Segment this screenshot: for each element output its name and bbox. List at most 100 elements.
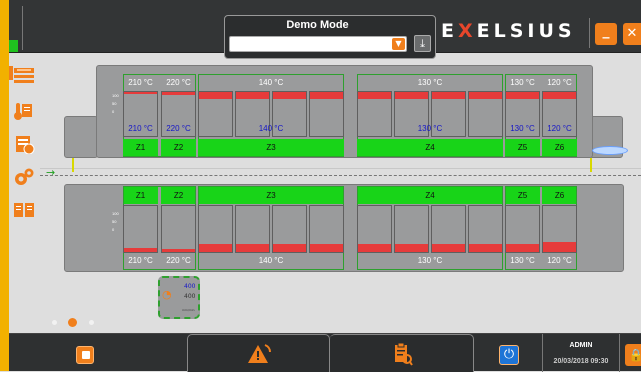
conveyor-direction-icon: → <box>46 166 56 179</box>
heater-bar-top <box>162 92 195 95</box>
heater-bar-top <box>273 92 306 99</box>
page-dot[interactable] <box>52 320 57 325</box>
close-button[interactable]: ✕ <box>623 23 641 45</box>
heater-bar-bottom <box>506 244 539 252</box>
heater-bar-bottom <box>124 248 157 252</box>
sidebar-item-temperature[interactable] <box>9 101 39 123</box>
scale-tick-top: 0 <box>112 109 115 114</box>
page-dots <box>50 316 110 330</box>
conveyor-line <box>40 168 641 176</box>
conveyor-unit: mm/min <box>182 308 195 312</box>
zone-top-setpoint: 120 °C <box>547 78 572 87</box>
zone-top-setpoint: 140 °C <box>258 78 284 87</box>
stop-icon <box>82 351 90 359</box>
heater-bar-bottom <box>162 249 195 252</box>
heater-bar-top <box>506 92 539 99</box>
minimize-icon: _ <box>602 23 610 39</box>
sidebar-item-manual[interactable] <box>9 201 39 223</box>
heater-bar-top <box>543 92 576 99</box>
zone-top-actual: 220 °C <box>166 124 191 133</box>
user-name: ADMIN <box>569 342 593 349</box>
scale-tick-bottom: 0 <box>112 227 115 232</box>
heater-bar-top <box>432 92 465 99</box>
conveyor-entry-mark <box>72 158 74 172</box>
heater-bar-top <box>199 92 232 99</box>
heater-bar-bottom <box>395 244 428 252</box>
heater-bar-top <box>310 92 343 99</box>
zone-top-setpoint: 220 °C <box>166 78 191 87</box>
page-dot[interactable] <box>89 320 94 325</box>
left-accent-strip <box>0 0 9 371</box>
zone-top-actual: 130 °C <box>417 124 443 133</box>
zone-label-top[interactable]: Z2 <box>161 139 196 156</box>
heater-bar-top <box>469 92 502 99</box>
demo-mode-select[interactable]: ▼ <box>229 36 407 52</box>
heater-bar-bottom <box>199 244 232 252</box>
minimize-button[interactable]: _ <box>595 23 617 45</box>
zone-label-top[interactable]: Z3 <box>198 139 344 156</box>
temperature-edit-icon <box>14 103 32 120</box>
date-time: 20/03/2018 09:30 <box>553 358 609 365</box>
settings-gears-icon <box>15 168 34 185</box>
status-indicator <box>9 40 18 52</box>
heater-bar-bottom <box>236 244 269 252</box>
report-tab[interactable] <box>330 334 474 372</box>
conveyor-actual: 400 <box>184 293 196 300</box>
conveyor-setpoint: 400 <box>184 283 196 290</box>
stop-button[interactable] <box>76 346 94 364</box>
speed-gauge-icon: ◔ <box>162 288 172 301</box>
heater-cell-bottom[interactable] <box>123 205 158 253</box>
lock-icon: 🔒 <box>628 348 641 362</box>
heater-bar-bottom <box>469 244 502 252</box>
recipe-check-icon <box>16 136 35 155</box>
alarm-tab[interactable] <box>187 334 330 372</box>
zone-top-actual: 130 °C <box>510 124 535 133</box>
user-info: ADMIN 20/03/2018 09:30 <box>542 334 620 372</box>
zone-label-top[interactable]: Z6 <box>542 139 577 156</box>
heater-bar-bottom <box>273 244 306 252</box>
zone-top-setpoint: 210 °C <box>128 78 153 87</box>
download-icon: ⤓ <box>420 37 425 50</box>
top-separator <box>22 6 23 50</box>
bottom-bar: ⏻ ADMIN 20/03/2018 09:30 🔒 <box>9 333 641 372</box>
scale-tick-top: 100 <box>112 93 119 98</box>
sidebar-item-settings[interactable] <box>9 167 39 189</box>
zone-top-actual: 210 °C <box>128 124 153 133</box>
heater-bar-top <box>236 92 269 99</box>
zone-label-top[interactable]: Z4 <box>357 139 503 156</box>
alarm-warning-icon <box>248 344 271 363</box>
manual-book-icon <box>14 203 34 217</box>
heater-bar-top <box>358 92 391 99</box>
oven-top-left-flap <box>64 116 98 158</box>
lock-button[interactable]: 🔒 <box>625 344 641 366</box>
heater-bar-bottom <box>432 244 465 252</box>
exit-sensor <box>592 146 628 155</box>
demo-mode-label: Demo Mode <box>286 19 349 31</box>
zone-top-setpoint: 130 °C <box>510 78 535 87</box>
sidebar-item-process[interactable] <box>9 66 39 88</box>
scale-tick-top: 50 <box>112 101 117 106</box>
heater-bar-bottom <box>543 242 576 252</box>
demo-mode-panel: Demo Mode ▼ ⤓ <box>224 15 436 59</box>
power-button[interactable]: ⏻ <box>499 345 519 365</box>
conveyor-speed-widget[interactable]: ◔ 400 400 mm/min <box>158 276 200 319</box>
scale-tick-bottom: 100 <box>112 211 119 216</box>
heater-bar-bottom <box>358 244 391 252</box>
zone-top-actual: 120 °C <box>547 124 572 133</box>
heater-bar-top <box>124 92 157 94</box>
zone-label-top[interactable]: Z5 <box>505 139 540 156</box>
heater-cell-bottom[interactable] <box>161 205 196 253</box>
zone-label-top[interactable]: Z1 <box>123 139 158 156</box>
scale-tick-bottom: 50 <box>112 219 117 224</box>
sidebar-item-recipe[interactable] <box>9 134 39 156</box>
power-icon: ⏻ <box>503 347 515 362</box>
chevron-down-icon[interactable]: ▼ <box>392 38 405 50</box>
zone-top-actual: 140 °C <box>258 124 284 133</box>
logo-separator <box>589 18 590 48</box>
page-dot-active[interactable] <box>68 318 77 327</box>
sidebar <box>9 53 39 333</box>
download-button[interactable]: ⤓ <box>414 35 431 52</box>
zone-top-setpoint: 130 °C <box>417 78 443 87</box>
brand-logo: EXELSIUS <box>441 20 576 42</box>
close-icon: ✕ <box>626 26 638 41</box>
